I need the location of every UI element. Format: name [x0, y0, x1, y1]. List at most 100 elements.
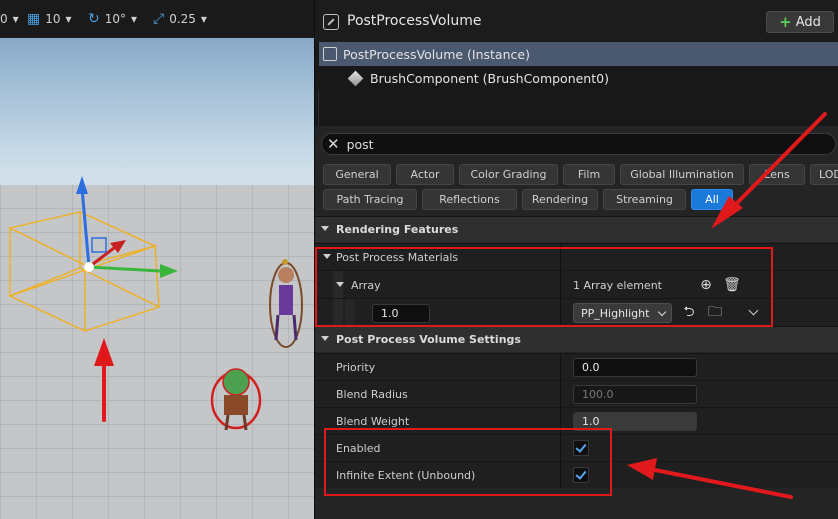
chip-label: Rendering — [531, 193, 589, 206]
actor-icon — [323, 47, 337, 61]
column-divider — [560, 271, 561, 298]
column-divider — [560, 244, 561, 270]
filter-chip-path-tracing[interactable]: Path Tracing — [323, 189, 417, 210]
infinite-extent-checkbox[interactable] — [573, 467, 589, 483]
actor-icon — [323, 14, 339, 30]
chip-label: LOD — [819, 168, 838, 181]
details-search-input[interactable]: ✕ post — [321, 133, 836, 155]
blend-weight-slider[interactable]: 1.0 — [573, 412, 697, 431]
property-name: Blend Radius — [336, 388, 408, 401]
add-component-button[interactable]: + Add — [766, 11, 834, 33]
property-name: Blend Weight — [336, 415, 410, 428]
chip-label: Color Grading — [470, 168, 547, 181]
toolbar-value-label: 0 — [0, 12, 8, 26]
rotation-snap-value: 10° — [104, 12, 127, 26]
level-viewport[interactable]: 0 ▾ ▦ 10 ▾ ↻ 10° ▾ ⤢ 0.25 ▾ — [0, 0, 314, 519]
details-panel: PostProcessVolume + Add PostProcessVolum… — [314, 0, 838, 519]
transform-gizmo — [76, 176, 178, 278]
category-title: Post Process Volume Settings — [336, 333, 521, 346]
property-name: Priority — [336, 361, 376, 374]
use-selected-icon[interactable]: ⮌ — [680, 304, 698, 322]
rotation-snap-icon: ↻ — [88, 11, 100, 27]
enabled-checkbox[interactable] — [573, 440, 589, 456]
category-rendering-features[interactable]: Rendering Features — [315, 216, 838, 242]
chevron-down-icon — [321, 226, 329, 231]
column-divider — [560, 354, 561, 380]
annotation-arrow-viewport — [94, 338, 114, 422]
chevron-down-icon: ▾ — [65, 12, 72, 26]
chevron-down-icon — [323, 254, 331, 259]
property-name: Post Process Materials — [336, 251, 459, 264]
column-divider — [560, 299, 561, 326]
filter-chip-streaming[interactable]: Streaming — [603, 189, 686, 210]
filter-chip-actor[interactable]: Actor — [396, 164, 454, 185]
property-name: Infinite Extent (Unbound) — [336, 469, 476, 482]
plus-icon: + — [779, 13, 792, 31]
chevron-down-icon — [336, 282, 344, 287]
chip-label: All — [705, 193, 719, 206]
filter-chip-film[interactable]: Film — [563, 164, 615, 185]
chip-label: Film — [577, 168, 601, 181]
array-weight-field[interactable]: 1.0 — [372, 304, 430, 323]
filter-chip-reflections[interactable]: Reflections — [422, 189, 517, 210]
property-enabled[interactable]: Enabled — [315, 434, 838, 461]
category-ppv-settings[interactable]: Post Process Volume Settings — [315, 326, 838, 352]
expand-chevron-icon[interactable] — [748, 305, 759, 316]
grid-snap-value: 10 — [45, 12, 61, 26]
property-priority[interactable]: Priority 0.0 — [315, 353, 838, 380]
filter-chip-general[interactable]: General — [323, 164, 391, 185]
rotation-snap-button[interactable]: ↻ 10° ▾ — [88, 10, 137, 28]
category-title: Rendering Features — [336, 223, 459, 236]
indent-guide — [345, 299, 355, 326]
chip-label: Lens — [764, 168, 790, 181]
property-array-element[interactable]: 1.0 PP_Highlight ⮌ 🗀 — [315, 298, 838, 326]
grid-snap-icon: ▦ — [27, 11, 41, 27]
scale-snap-button[interactable]: ⤢ 0.25 ▾ — [153, 10, 207, 28]
add-button-label: Add — [795, 14, 821, 30]
property-infinite-extent[interactable]: Infinite Extent (Unbound) — [315, 461, 838, 488]
chevron-down-icon — [657, 307, 667, 317]
material-asset-combo[interactable]: PP_Highlight — [573, 303, 672, 323]
cube-icon — [347, 70, 364, 86]
character-cage-goblin — [210, 368, 262, 431]
actor-title: PostProcessVolume — [347, 13, 482, 29]
chevron-down-icon: ▾ — [200, 12, 207, 26]
priority-field[interactable]: 0.0 — [573, 358, 697, 377]
property-blend-radius[interactable]: Blend Radius 100.0 — [315, 380, 838, 407]
filter-chip-all[interactable]: All — [691, 189, 733, 210]
array-count: 1 Array element — [573, 279, 662, 292]
scale-snap-value: 0.25 — [169, 12, 196, 26]
asset-name: PP_Highlight — [581, 306, 650, 320]
character-cage-purple — [269, 259, 303, 348]
filter-chip-global-illumination[interactable]: Global Illumination — [620, 164, 744, 185]
chip-label: Global Illumination — [630, 168, 734, 181]
tree-divider — [318, 90, 319, 126]
chevron-down-icon: ▾ — [131, 12, 138, 26]
chevron-down-icon: ▾ — [12, 12, 19, 26]
close-icon[interactable]: ✕ — [327, 136, 340, 152]
filter-chip-rendering[interactable]: Rendering — [522, 189, 598, 210]
chip-label: Path Tracing — [336, 193, 404, 206]
column-divider — [560, 462, 561, 488]
add-element-icon[interactable]: ⊕ — [697, 276, 715, 294]
filter-chip-lod[interactable]: LOD — [810, 164, 838, 185]
filter-chip-color-grading[interactable]: Color Grading — [459, 164, 558, 185]
toolbar-value-0[interactable]: 0 ▾ — [0, 10, 19, 28]
property-array[interactable]: Array 1 Array element ⊕ 🗑 — [315, 270, 838, 298]
tree-brush-label: BrushComponent (BrushComponent0) — [370, 70, 609, 86]
filter-chip-lens[interactable]: Lens — [749, 164, 805, 185]
property-post-process-materials[interactable]: Post Process Materials — [315, 243, 838, 270]
tree-row-instance[interactable]: PostProcessVolume (Instance) — [319, 42, 838, 66]
grid-snap-button[interactable]: ▦ 10 ▾ — [27, 10, 72, 28]
tree-row-brush-component[interactable]: BrushComponent (BrushComponent0) — [319, 66, 838, 90]
chip-label: Reflections — [439, 193, 500, 206]
tree-instance-label: PostProcessVolume (Instance) — [343, 46, 530, 62]
details-header: PostProcessVolume + Add — [315, 0, 838, 42]
property-blend-weight[interactable]: Blend Weight 1.0 — [315, 407, 838, 434]
trash-icon[interactable]: 🗑 — [723, 276, 741, 294]
browse-folder-icon[interactable]: 🗀 — [706, 304, 724, 322]
scale-snap-icon: ⤢ — [153, 11, 165, 27]
property-name: Enabled — [336, 442, 381, 455]
property-name: Array — [351, 279, 381, 292]
column-divider — [560, 381, 561, 407]
